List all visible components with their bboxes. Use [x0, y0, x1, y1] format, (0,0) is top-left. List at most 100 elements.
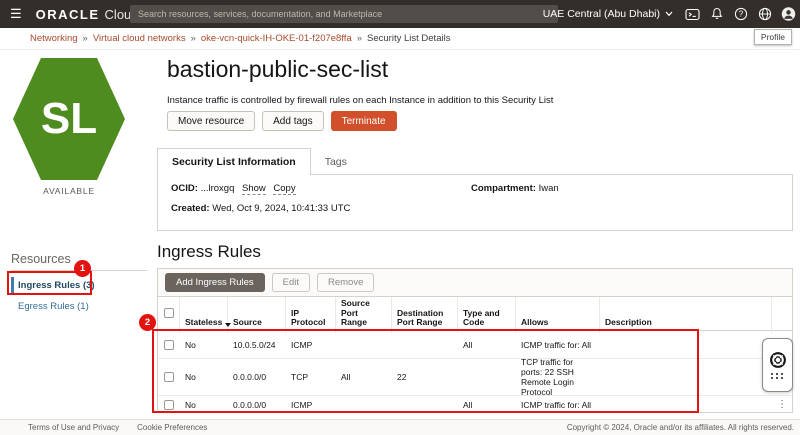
- column-header-destination-port-range: Destination Port Range: [392, 297, 458, 333]
- sidebar-item-ingress-rules[interactable]: Ingress Rules (3): [11, 277, 95, 294]
- ingress-rules-table-card: Add Ingress Rules Edit Remove Stateless …: [157, 268, 793, 413]
- security-list-badge-hexagon: SL: [13, 58, 125, 180]
- cell-source: 0.0.0.0/0: [233, 400, 266, 410]
- cell-source-port-range: All: [341, 372, 350, 382]
- ocid-show-link[interactable]: Show: [242, 183, 266, 195]
- cell-allows: ICMP traffic for: All: [521, 400, 591, 410]
- language-globe-icon[interactable]: [757, 7, 772, 22]
- cell-stateless: No: [185, 400, 196, 410]
- ocid-copy-link[interactable]: Copy: [273, 183, 295, 195]
- region-selector[interactable]: UAE Central (Abu Dhabi): [543, 8, 673, 20]
- topbar-right-cluster: UAE Central (Abu Dhabi) ?: [543, 0, 796, 28]
- svg-text:?: ?: [738, 10, 743, 19]
- status-badge: AVAILABLE: [13, 186, 125, 196]
- select-all-checkbox[interactable]: [158, 297, 180, 333]
- breadcrumb: Networking » Virtual cloud networks » ok…: [0, 28, 800, 50]
- cell-allows: TCP traffic for ports: 22 SSH Remote Log…: [521, 359, 595, 395]
- cookie-preferences-link[interactable]: Cookie Preferences: [137, 423, 207, 432]
- cell-ip-protocol: ICMP: [291, 400, 312, 410]
- column-header-description: Description: [600, 297, 772, 333]
- row-checkbox[interactable]: [158, 331, 180, 358]
- table-header-row: Stateless Source IP Protocol Source Port…: [158, 296, 792, 331]
- profile-tooltip: Profile: [754, 29, 792, 45]
- tab-security-list-information[interactable]: Security List Information: [157, 148, 311, 175]
- row-actions-kebab-icon[interactable]: ⋮: [772, 396, 792, 413]
- sidebar-item-egress-rules[interactable]: Egress Rules (1): [11, 301, 89, 312]
- table-row[interactable]: No 0.0.0.0/0 ICMP All ICMP traffic for: …: [158, 396, 792, 413]
- table-row[interactable]: No 10.0.5.0/24 ICMP All ICMP traffic for…: [158, 331, 792, 359]
- column-header-allows: Allows: [516, 297, 600, 333]
- search-input[interactable]: [130, 5, 558, 23]
- cell-type-and-code: All: [463, 400, 472, 410]
- breadcrumb-vcn[interactable]: Virtual cloud networks: [93, 33, 186, 44]
- column-header-type-and-code: Type and Code: [458, 297, 516, 333]
- ocid-value: ...lroxgq: [201, 183, 235, 194]
- page-subtitle: Instance traffic is controlled by firewa…: [167, 95, 553, 106]
- cell-destination-port-range: 22: [397, 372, 406, 382]
- footer: Terms of Use and Privacy Cookie Preferen…: [0, 419, 800, 435]
- page-title: bastion-public-sec-list: [167, 56, 388, 83]
- copyright-text: Copyright © 2024, Oracle and/or its affi…: [567, 423, 794, 432]
- add-tags-button[interactable]: Add tags: [262, 111, 323, 131]
- table-row[interactable]: No 0.0.0.0/0 TCP All 22 TCP traffic for …: [158, 359, 792, 396]
- resources-heading: Resources: [11, 252, 71, 266]
- cell-source: 10.0.5.0/24: [233, 340, 276, 350]
- oracle-cloud-logo: ORACLE Cloud: [36, 7, 139, 22]
- column-header-source-port-range: Source Port Range: [336, 297, 392, 333]
- hamburger-menu-icon[interactable]: ☰: [10, 6, 22, 22]
- help-icon[interactable]: ?: [733, 7, 748, 22]
- cell-ip-protocol: ICMP: [291, 340, 312, 350]
- chevron-down-icon: [665, 11, 673, 17]
- cell-stateless: No: [185, 372, 196, 382]
- column-header-stateless[interactable]: Stateless: [180, 297, 228, 333]
- created-value: Wed, Oct 9, 2024, 10:41:33 UTC: [212, 203, 350, 214]
- security-list-information-panel: OCID: ...lroxgq Show Copy Created: Wed, …: [157, 174, 793, 231]
- column-header-ip-protocol: IP Protocol: [286, 297, 336, 333]
- ingress-rules-nav-label: Ingress Rules (3): [18, 280, 95, 291]
- column-header-source: Source: [228, 297, 286, 333]
- row-checkbox[interactable]: [158, 396, 180, 413]
- move-resource-button[interactable]: Move resource: [167, 111, 255, 131]
- annotation-step-1: 1: [74, 260, 91, 277]
- compartment-label: Compartment:: [471, 183, 536, 194]
- terms-of-use-link[interactable]: Terms of Use and Privacy: [28, 423, 119, 432]
- edit-button[interactable]: Edit: [272, 273, 310, 292]
- ingress-table-toolbar: Add Ingress Rules Edit Remove: [158, 269, 792, 296]
- cloud-shell-icon[interactable]: [685, 7, 700, 22]
- row-checkbox[interactable]: [158, 359, 180, 395]
- created-label: Created:: [171, 203, 210, 214]
- remove-button[interactable]: Remove: [317, 273, 374, 292]
- cell-stateless: No: [185, 340, 196, 350]
- breadcrumb-vcn-name[interactable]: oke-vcn-quick-IH-OKE-01-f207e8ffa: [201, 33, 352, 44]
- support-chat-widget[interactable]: [762, 338, 793, 392]
- header-action-buttons: Move resource Add tags Terminate: [167, 111, 397, 131]
- life-ring-icon: [769, 351, 787, 369]
- annotation-step-2: 2: [139, 314, 156, 331]
- compartment-value: Iwan: [539, 183, 559, 194]
- ocid-label: OCID:: [171, 183, 198, 194]
- breadcrumb-separator: »: [357, 33, 362, 44]
- cell-allows: ICMP traffic for: All: [521, 340, 591, 350]
- egress-rules-nav-label: Egress Rules (1): [18, 301, 89, 312]
- ingress-rules-heading: Ingress Rules: [157, 242, 261, 262]
- detail-tabs: Security List Information Tags: [157, 148, 361, 175]
- region-label: UAE Central (Abu Dhabi): [543, 8, 660, 20]
- top-navigation-bar: ☰ ORACLE Cloud UAE Central (Abu Dhabi) ?: [0, 0, 800, 28]
- add-ingress-rules-button[interactable]: Add Ingress Rules: [165, 273, 265, 292]
- dots-grid-icon: [771, 373, 784, 379]
- security-list-badge-label: SL: [41, 94, 97, 144]
- breadcrumb-separator: »: [191, 33, 196, 44]
- cell-ip-protocol: TCP: [291, 372, 308, 382]
- cell-source: 0.0.0.0/0: [233, 372, 266, 382]
- breadcrumb-networking[interactable]: Networking: [30, 33, 78, 44]
- profile-avatar-icon[interactable]: [781, 7, 796, 22]
- breadcrumb-current: Security List Details: [367, 33, 450, 44]
- notifications-bell-icon[interactable]: [709, 7, 724, 22]
- breadcrumb-separator: »: [83, 33, 88, 44]
- table-body: No 10.0.5.0/24 ICMP All ICMP traffic for…: [158, 331, 792, 413]
- logo-oracle-text: ORACLE: [36, 7, 100, 22]
- cell-type-and-code: All: [463, 340, 472, 350]
- column-header-actions: [772, 297, 792, 333]
- terminate-button[interactable]: Terminate: [331, 111, 397, 131]
- tab-tags[interactable]: Tags: [311, 148, 361, 175]
